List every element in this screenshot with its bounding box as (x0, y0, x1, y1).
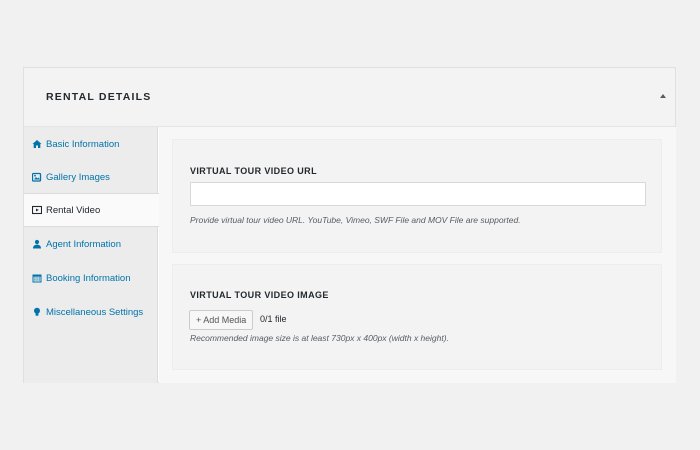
tab-label: Gallery Images (46, 171, 110, 183)
metabox-title: RENTAL DETAILS (46, 91, 152, 103)
tab-label: Rental Video (46, 204, 101, 216)
tab-label: Booking Information (46, 272, 131, 284)
rental-details-metabox: RENTAL DETAILS Basic Information Gallery… (23, 67, 676, 383)
gallery-icon (31, 172, 42, 183)
video-url-label: VIRTUAL TOUR VIDEO URL (190, 166, 317, 176)
collapse-arrow-icon[interactable] (660, 94, 666, 98)
tab-label: Agent Information (46, 238, 121, 250)
video-url-input[interactable] (190, 182, 646, 206)
tab-content-rental-video: VIRTUAL TOUR VIDEO URL Provide virtual t… (159, 127, 676, 383)
tab-label: Basic Information (46, 138, 120, 150)
tab-gallery-images[interactable]: Gallery Images (24, 160, 158, 194)
tab-agent-information[interactable]: Agent Information (24, 227, 158, 261)
tab-sidebar: Basic Information Gallery Images Rental … (24, 127, 159, 383)
tab-rental-video[interactable]: Rental Video (24, 193, 159, 227)
video-url-help-text: Provide virtual tour video URL. YouTube,… (190, 215, 521, 225)
video-url-panel: VIRTUAL TOUR VIDEO URL Provide virtual t… (172, 139, 662, 253)
home-icon (31, 139, 42, 150)
tab-basic-information[interactable]: Basic Information (24, 127, 158, 161)
tab-label: Miscellaneous Settings (46, 306, 144, 318)
metabox-header[interactable]: RENTAL DETAILS (24, 68, 675, 127)
tab-booking-information[interactable]: Booking Information (24, 261, 158, 295)
video-image-help-text: Recommended image size is at least 730px… (190, 333, 449, 343)
video-icon (31, 205, 42, 216)
user-icon (31, 239, 42, 250)
calendar-icon (31, 273, 42, 284)
video-image-label: VIRTUAL TOUR VIDEO IMAGE (190, 290, 329, 300)
lightbulb-icon (31, 307, 42, 318)
tab-miscellaneous-settings[interactable]: Miscellaneous Settings (24, 295, 158, 329)
add-media-button[interactable]: + Add Media (189, 310, 254, 330)
file-count: 0/1 file (260, 314, 287, 324)
video-image-panel: VIRTUAL TOUR VIDEO IMAGE + Add Media 0/1… (172, 264, 662, 370)
